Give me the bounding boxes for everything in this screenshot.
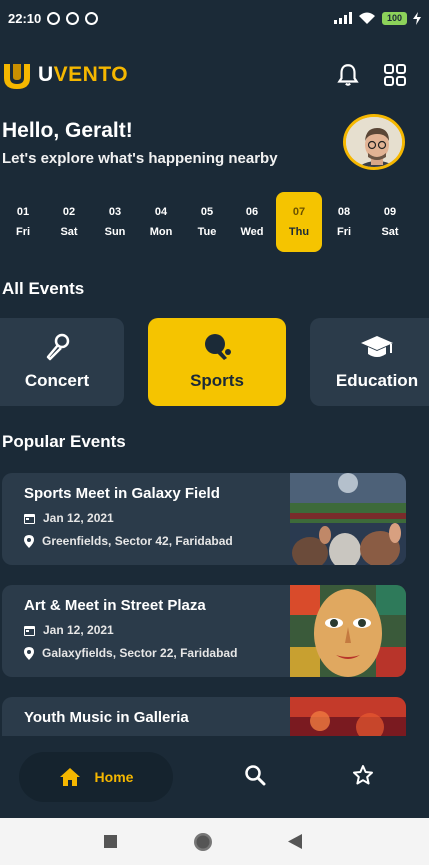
notification-icon [66,11,80,25]
category-label: Sports [190,371,244,390]
app-header: UVENTO [0,55,429,95]
date-day: Fri [336,226,352,238]
category-label: Education [335,371,419,390]
notification-icon [85,11,99,25]
app-logo: UVENTO [2,60,128,90]
home-button-icon[interactable] [193,832,213,852]
grid-icon[interactable] [383,63,407,87]
event-date: Jan 12, 2021 [43,511,114,525]
category-concert[interactable]: Concert [0,318,124,406]
date-item[interactable]: 04 Mon [138,192,184,252]
star-icon[interactable] [352,764,374,786]
event-image [290,585,406,677]
date-number: 01 [16,206,30,218]
date-item[interactable]: 01 Fri [0,192,46,252]
table-tennis-icon [205,334,231,360]
date-item[interactable]: 06 Wed [229,192,275,252]
category-education[interactable]: Education [310,318,429,406]
signal-icon [333,12,352,24]
date-number: 07 [292,206,306,218]
status-time: 22:10 [8,10,42,26]
date-day: Tue [197,226,217,238]
battery-icon: 100 [381,11,407,25]
event-image [290,473,406,565]
date-number: 05 [200,206,214,218]
date-day: Fri [15,226,31,238]
date-item[interactable]: 09 Sat [367,192,413,252]
date-item[interactable]: 05 Tue [184,192,230,252]
date-day: Sat [60,226,78,238]
calendar-icon [24,625,35,636]
date-day: Sat [381,226,399,238]
bell-icon[interactable] [335,62,361,88]
app-name: UVENTO [38,63,128,87]
bottom-nav: Home [0,736,429,818]
logo-rest: VENTO [53,63,129,86]
category-label: Concert [24,371,90,390]
nav-home-label: Home [94,769,134,785]
greeting: Hello, Geralt! Let's explore what's happ… [2,118,278,167]
greeting-subtitle: Let's explore what's happening nearby [2,150,278,167]
location-pin-icon [24,534,34,548]
recents-button-icon[interactable] [104,835,117,848]
event-location: Greenfields, Sector 42, Faridabad [42,534,233,548]
event-title: Youth Music in Galleria [24,709,189,726]
alarm-icon [47,11,61,25]
popular-events-heading: Popular Events [2,432,126,451]
date-day: Sun [104,226,126,238]
event-location: Galaxyfields, Sector 22, Faridabad [42,646,238,660]
back-button-icon[interactable] [288,834,302,849]
all-events-heading: All Events [2,279,85,298]
event-title: Art & Meet in Street Plaza [24,597,206,614]
location-pin-icon [24,646,34,660]
status-bar: 22:10 100 [0,0,429,36]
wifi-icon [358,12,375,24]
home-icon [59,768,80,786]
date-number: 08 [337,206,351,218]
logo-icon [4,64,30,89]
charging-icon [413,11,421,25]
date-item[interactable]: 03 Sun [92,192,138,252]
date-day: Mon [149,226,173,238]
date-number: 09 [383,206,397,218]
system-nav-bar [0,818,429,865]
nav-home[interactable]: Home [19,752,173,802]
graduation-cap-icon [361,336,393,357]
event-card[interactable]: Sports Meet in Galaxy Field Jan 12, 2021… [2,473,406,565]
date-number: 02 [62,206,76,218]
event-title: Sports Meet in Galaxy Field [24,485,220,502]
avatar[interactable] [343,114,405,170]
calendar-icon [24,513,35,524]
date-item[interactable]: 08 Fri [321,192,367,252]
date-number: 03 [108,206,122,218]
logo-prefix: U [38,63,54,86]
date-item-selected[interactable]: 07 Thu [276,192,322,252]
date-number: 06 [245,206,259,218]
date-number: 04 [154,206,168,218]
date-day: Wed [240,226,264,238]
search-icon[interactable] [244,764,266,786]
event-card[interactable]: Art & Meet in Street Plaza Jan 12, 2021 … [2,585,406,677]
date-item[interactable]: 02 Sat [46,192,92,252]
event-date: Jan 12, 2021 [43,623,114,637]
greeting-title: Hello, Geralt! [2,119,133,142]
category-sports[interactable]: Sports [148,318,286,406]
date-day: Thu [288,226,310,238]
microphone-icon [46,333,70,361]
